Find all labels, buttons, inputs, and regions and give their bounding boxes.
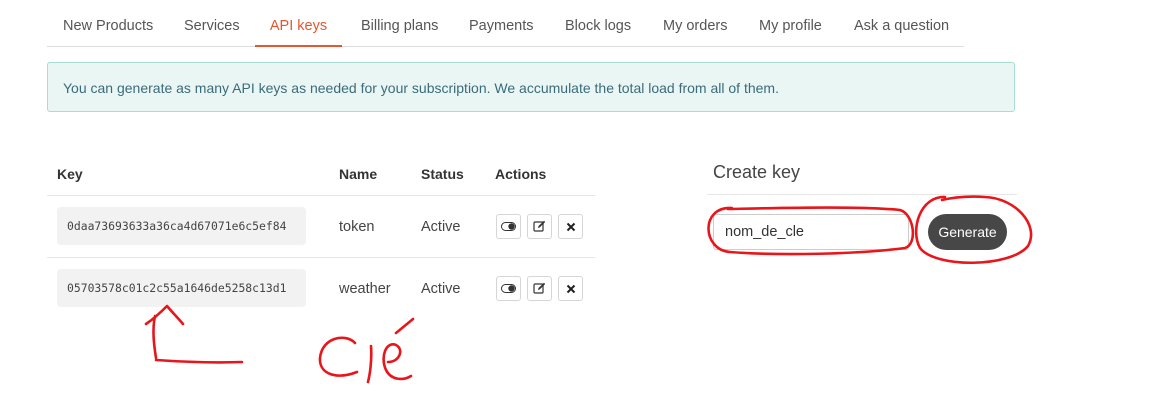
column-header-key: Key — [57, 166, 83, 182]
key-status: Active — [421, 281, 461, 297]
tab-new-products[interactable]: New Products — [63, 0, 153, 46]
column-header-status: Status — [421, 166, 464, 182]
key-name: weather — [339, 281, 391, 297]
toggle-key-button[interactable] — [496, 214, 521, 239]
row-divider — [47, 257, 595, 258]
create-key-title: Create key — [713, 162, 801, 182]
api-key-value: 05703578c01c2c55a1646de5258c13d1 — [57, 269, 306, 307]
column-header-actions: Actions — [495, 166, 547, 182]
toggle-icon — [501, 284, 516, 293]
table-header-divider — [47, 195, 595, 196]
arrow-annotation — [144, 304, 244, 364]
column-header-name: Name — [339, 166, 378, 182]
edit-key-button[interactable] — [527, 214, 552, 239]
create-key-divider — [707, 194, 1017, 195]
key-status: Active — [421, 219, 461, 235]
tab-api-keys[interactable]: API keys — [255, 0, 342, 47]
tab-my-profile[interactable]: My profile — [759, 0, 822, 46]
tab-payments[interactable]: Payments — [469, 0, 533, 46]
info-alert-text: You can generate as many API keys as nee… — [63, 80, 779, 96]
edit-icon — [533, 282, 546, 294]
toggle-icon — [501, 222, 516, 231]
api-key-value: 0daa73693633a36ca4d67071e6c5ef84 — [57, 207, 306, 245]
tab-billing-plans[interactable]: Billing plans — [361, 0, 438, 46]
key-name-input[interactable] — [713, 214, 909, 250]
close-icon — [566, 284, 575, 293]
tab-services[interactable]: Services — [184, 0, 240, 46]
tab-ask-question[interactable]: Ask a question — [854, 0, 949, 46]
toggle-key-button[interactable] — [496, 276, 521, 301]
key-name: token — [339, 219, 375, 235]
close-icon — [566, 222, 575, 231]
edit-icon — [533, 220, 546, 232]
delete-key-button[interactable] — [558, 276, 583, 301]
tab-block-logs[interactable]: Block logs — [565, 0, 631, 46]
generate-button[interactable]: Generate — [928, 214, 1007, 250]
info-alert: You can generate as many API keys as nee… — [47, 62, 1015, 112]
nav-tabs: New Products Services API keys Billing p… — [47, 0, 964, 47]
edit-key-button[interactable] — [527, 276, 552, 301]
handwritten-cle-annotation — [318, 317, 415, 384]
delete-key-button[interactable] — [558, 214, 583, 239]
red-annotation-overlay — [144, 195, 1033, 384]
tab-my-orders[interactable]: My orders — [663, 0, 727, 46]
